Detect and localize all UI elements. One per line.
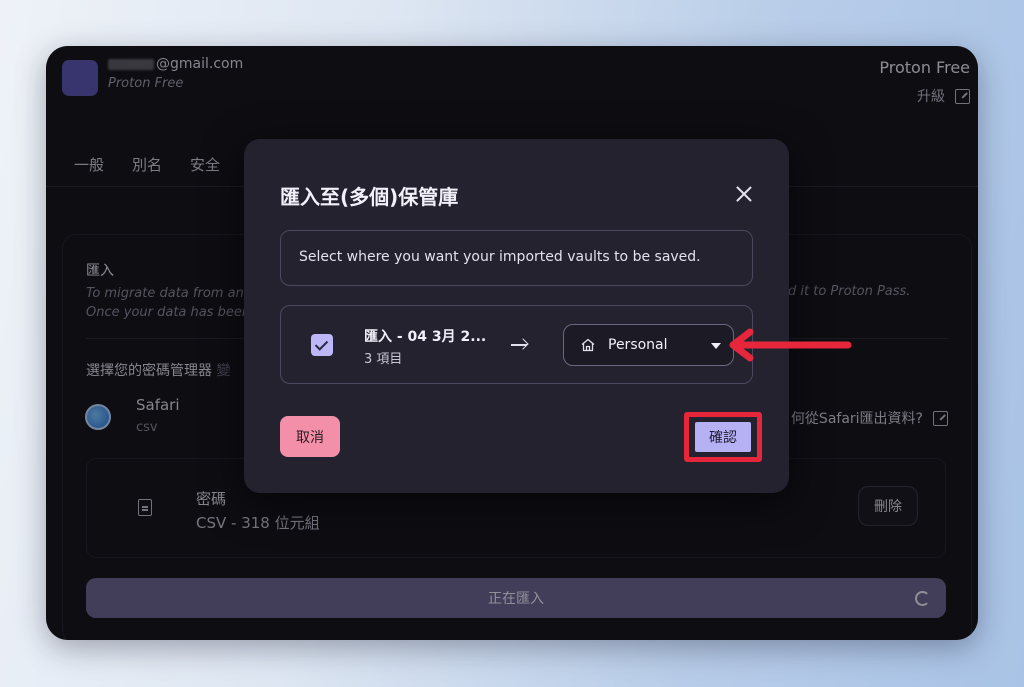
- home-icon: [581, 338, 595, 352]
- source-vault-name: 匯入 - 04 3月 2...: [364, 329, 487, 345]
- arrow-right-icon: [511, 344, 527, 346]
- import-vaults-dialog: 匯入至(多個)保管庫 Select where you want your im…: [244, 139, 789, 493]
- target-vault-select[interactable]: Personal: [563, 324, 734, 366]
- info-message: Select where you want your imported vaul…: [280, 230, 753, 286]
- source-vault-count: 3 項目: [364, 352, 403, 367]
- vault-mapping-row: 匯入 - 04 3月 2... 3 項目 Personal: [280, 305, 753, 384]
- chevron-down-icon: [711, 343, 721, 349]
- close-icon[interactable]: [735, 185, 753, 203]
- confirm-highlight: 確認: [684, 412, 762, 462]
- dialog-title: 匯入至(多個)保管庫: [280, 185, 459, 209]
- cancel-button[interactable]: 取消: [280, 416, 340, 457]
- vault-checkbox[interactable]: [311, 334, 333, 356]
- confirm-button[interactable]: 確認: [695, 422, 751, 452]
- annotation-arrow: [729, 328, 852, 362]
